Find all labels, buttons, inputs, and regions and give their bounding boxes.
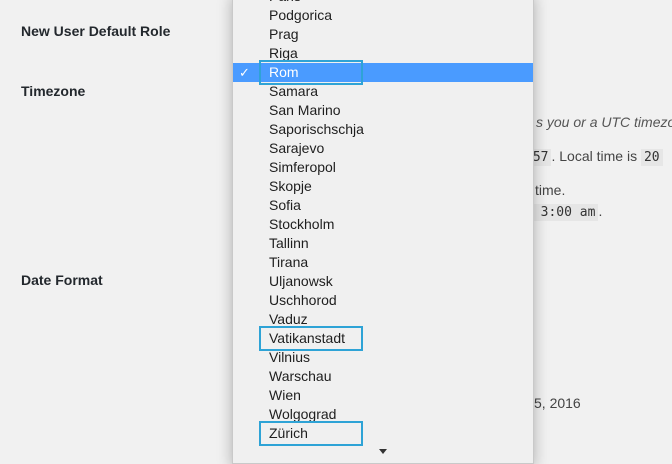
utc-time-line: :57. Local time is 20: [522, 148, 663, 166]
dropdown-option-label: Riga: [269, 45, 298, 61]
dropdown-option[interactable]: Riga: [233, 44, 533, 63]
dropdown-option-label: Sofia: [269, 197, 301, 213]
dropdown-option[interactable]: Sofia: [233, 196, 533, 215]
local-time-text: . Local time is: [551, 148, 638, 164]
dst-period: .: [598, 203, 603, 219]
dropdown-option-label: Tirana: [269, 254, 309, 270]
dropdown-option-label: San Marino: [269, 102, 341, 118]
local-time-code: 20: [640, 149, 663, 166]
dst-time-line: 6 3:00 am.: [522, 203, 603, 221]
dropdown-option[interactable]: Prag: [233, 25, 533, 44]
dropdown-option-label: Skopje: [269, 178, 312, 194]
dropdown-option-label: Uschhorod: [269, 292, 337, 308]
dropdown-option-label: Stockholm: [269, 216, 335, 232]
dropdown-option[interactable]: Tallinn: [233, 234, 533, 253]
new-user-default-role-label: New User Default Role: [21, 23, 171, 39]
dropdown-option-label: Wolgograd: [269, 406, 337, 422]
dropdown-option[interactable]: Vaduz: [233, 310, 533, 329]
dropdown-option-label: Warschau: [269, 368, 332, 384]
dropdown-option[interactable]: Zürich: [233, 424, 533, 443]
dropdown-option-label: Tallinn: [269, 235, 309, 251]
dropdown-option[interactable]: Wien: [233, 386, 533, 405]
dropdown-option-label: Zürich: [269, 425, 308, 441]
date-format-preview: 5, 2016: [534, 395, 581, 411]
dropdown-option-selected[interactable]: ✓ Rom: [233, 63, 533, 82]
dropdown-option[interactable]: Tirana: [233, 253, 533, 272]
dropdown-option[interactable]: Samara: [233, 82, 533, 101]
dropdown-option[interactable]: Vilnius: [233, 348, 533, 367]
dropdown-option[interactable]: Uljanowsk: [233, 272, 533, 291]
dropdown-option-label: Sarajevo: [269, 140, 325, 156]
date-format-label: Date Format: [21, 272, 103, 288]
dropdown-option-label: Vaduz: [269, 311, 308, 327]
dropdown-option[interactable]: Saporischschja: [233, 120, 533, 139]
dropdown-option-label: Simferopol: [269, 159, 336, 175]
dropdown-option-label: Prag: [269, 26, 299, 42]
dropdown-option-label: Wien: [269, 387, 301, 403]
dropdown-option[interactable]: Uschhorod: [233, 291, 533, 310]
dropdown-option-label: Vilnius: [269, 349, 310, 365]
dropdown-option[interactable]: Warschau: [233, 367, 533, 386]
checkmark-icon: ✓: [239, 65, 250, 80]
dropdown-option[interactable]: San Marino: [233, 101, 533, 120]
timezone-hint: s you or a UTC timezo: [536, 114, 672, 130]
dropdown-option[interactable]: Wolgograd: [233, 405, 533, 424]
dropdown-option-label: Podgorica: [269, 7, 333, 23]
dropdown-option[interactable]: Sarajevo: [233, 139, 533, 158]
dropdown-option[interactable]: Simferopol: [233, 158, 533, 177]
dropdown-option[interactable]: Podgorica: [233, 6, 533, 25]
dropdown-option[interactable]: Skopje: [233, 177, 533, 196]
timezone-label: Timezone: [21, 83, 86, 99]
timezone-dropdown-list[interactable]: ParisPodgoricaPragRiga✓RomSamaraSan Mari…: [232, 0, 534, 464]
dropdown-option[interactable]: Stockholm: [233, 215, 533, 234]
dst-text: time.: [535, 182, 566, 198]
dropdown-option-label: Vatikanstadt: [269, 330, 346, 346]
dropdown-option[interactable]: Vatikanstadt: [233, 329, 533, 348]
dropdown-option-label: Saporischschja: [269, 121, 364, 137]
dropdown-option-label: Samara: [269, 83, 319, 99]
dropdown-option-label: Uljanowsk: [269, 273, 333, 289]
dropdown-option-label: Rom: [269, 64, 299, 80]
